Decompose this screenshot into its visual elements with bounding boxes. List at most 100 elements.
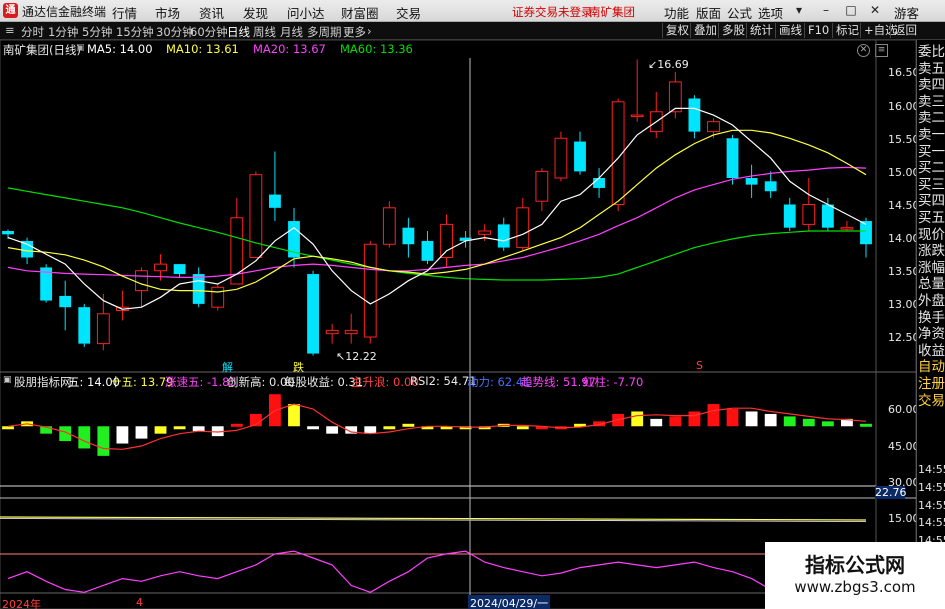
menu-caifuquan[interactable]: 财富圈	[341, 3, 379, 22]
price-tick: 12.50	[888, 331, 920, 344]
sub2-value-box: 22.76	[875, 486, 907, 499]
period-15min[interactable]: 15分钟	[116, 24, 154, 40]
quote-panel-labels: 委比 卖五 卖四 卖三 卖二 卖一 买一 买二 买三 买四 买五 现价 涨跌 涨幅 总量 外盘 换手 净资 收益 自动…	[916, 40, 945, 609]
period-monthly[interactable]: 月线	[280, 24, 303, 40]
menu-wenxiaoda[interactable]: 问小达	[287, 3, 325, 22]
more-chevron-icon[interactable]: ›	[367, 24, 372, 38]
menu-xuanxiang[interactable]: 选项	[758, 3, 783, 22]
indicator-bar	[307, 426, 319, 430]
trade-time: 14:55	[918, 463, 945, 476]
candle-body-down	[726, 138, 739, 178]
quote-label: 卖三	[918, 93, 945, 110]
menu-banmian[interactable]: 版面	[696, 3, 721, 22]
btn-fanhui[interactable]: 返回	[890, 23, 920, 38]
kline-chart[interactable]	[0, 40, 916, 609]
dropdown-icon[interactable]: ▾	[790, 2, 808, 19]
quote-label[interactable]: 注册	[918, 376, 945, 393]
btn-fuquan[interactable]: 复权	[662, 23, 692, 38]
chart-frame	[0, 40, 916, 609]
price-tick: 14.50	[888, 199, 920, 212]
period-fenshi[interactable]: 分时	[21, 24, 44, 40]
period-multi[interactable]: 多周期	[307, 24, 342, 40]
period-more[interactable]: 更多	[343, 24, 366, 40]
menu-gongshi[interactable]: 公式	[727, 3, 752, 22]
btn-duogu[interactable]: 多股	[718, 23, 748, 38]
indicator-bar	[116, 426, 129, 444]
quote-label: 买五	[918, 210, 945, 226]
candle-body-down	[593, 178, 605, 188]
btn-tongji[interactable]: 统计	[746, 23, 776, 38]
sub-tick: 60.00	[888, 403, 920, 416]
trade-time: 14:55	[918, 480, 945, 494]
menu-jiaoyi[interactable]: 交易	[396, 3, 421, 22]
indicator-bar	[650, 418, 663, 427]
quote-label[interactable]: 自动	[918, 359, 945, 376]
quote-label: 委比	[918, 44, 945, 60]
indicator-bar	[364, 426, 377, 434]
period-daily[interactable]: 日线	[227, 24, 250, 40]
maximize-icon[interactable]: □	[842, 2, 860, 19]
candle-body-up	[211, 286, 225, 308]
btn-huaxian[interactable]: 画线	[775, 23, 805, 38]
minimize-icon[interactable]: –	[817, 2, 835, 19]
candle-body-up	[96, 313, 110, 345]
brand-url: www.zbgs3.com	[794, 578, 916, 596]
candle-body-down	[78, 307, 91, 344]
rsi-line	[7, 550, 867, 593]
menu-faxian[interactable]: 发现	[243, 3, 268, 22]
menu-gongneng[interactable]: 功能	[664, 3, 689, 22]
brand-watermark: 指标公式网 www.zbgs3.com	[765, 542, 945, 609]
btn-diejia[interactable]: 叠加	[690, 23, 720, 38]
candle-body-down	[688, 98, 701, 132]
candle-body-up	[840, 227, 854, 230]
period-weekly[interactable]: 周线	[253, 24, 276, 40]
btn-biaoji[interactable]: 标记	[832, 23, 862, 38]
indicator-bar	[707, 404, 720, 427]
indicator-bar	[688, 411, 701, 427]
quote-label: 卖四	[918, 77, 945, 94]
indicator-bar	[383, 426, 396, 430]
candle-body-up	[535, 170, 549, 202]
signal-die: 跌	[293, 361, 304, 374]
indicator-bar	[783, 416, 796, 427]
indicator-bar	[288, 404, 300, 427]
candle-body-down	[307, 274, 319, 354]
candle-body-down	[764, 181, 777, 192]
indicator-bar	[745, 411, 758, 427]
price-tick: 13.50	[888, 265, 920, 278]
quote-label: 收益	[918, 342, 945, 359]
candle-body-up	[554, 137, 568, 179]
period-5min[interactable]: 5分钟	[82, 24, 112, 40]
app-logo-icon: 通	[3, 3, 18, 18]
menu-zixun[interactable]: 资讯	[199, 3, 224, 22]
indicator-bar	[516, 426, 529, 430]
indicator-bar	[2, 426, 14, 430]
sub-collapse-icon[interactable]: ▣	[3, 375, 12, 385]
indicator-bar	[135, 426, 148, 439]
quote-label: 卖五	[918, 60, 945, 77]
toolbar-menu-icon[interactable]: ≡	[5, 23, 15, 37]
menu-shichang[interactable]: 市场	[155, 3, 180, 22]
quote-label: 涨跌	[918, 243, 945, 260]
user-label[interactable]: 游客	[894, 3, 919, 22]
price-tick: 16.00	[888, 100, 920, 113]
quote-label: 换手	[918, 309, 945, 326]
indicator-bar	[802, 418, 815, 427]
indicator-bar	[326, 426, 339, 434]
sub2-tick: 15.00	[888, 512, 920, 525]
candle-body-up	[440, 223, 453, 258]
login-notice[interactable]: 证券交易未登录	[512, 4, 593, 20]
btn-f10[interactable]: F10	[804, 23, 832, 38]
title-bar: 通 通达信金融终端 行情 市场 资讯 发现 问小达 财富圈 交易 证券交易未登录…	[0, 0, 945, 22]
indicator-bar	[97, 426, 110, 456]
ind-hongzhu: 红柱: -7.70	[583, 375, 644, 389]
period-30min[interactable]: 30分钟	[156, 24, 194, 40]
quote-label: 涨幅	[918, 259, 945, 276]
period-1min[interactable]: 1分钟	[48, 24, 78, 40]
indicator-bar	[173, 426, 186, 430]
candle-body-down	[402, 227, 415, 245]
quote-label[interactable]: 交易	[918, 393, 945, 410]
period-60min[interactable]: 60分钟	[190, 24, 228, 40]
close-icon[interactable]: ✕	[866, 2, 884, 19]
menu-hangqing[interactable]: 行情	[112, 3, 137, 22]
